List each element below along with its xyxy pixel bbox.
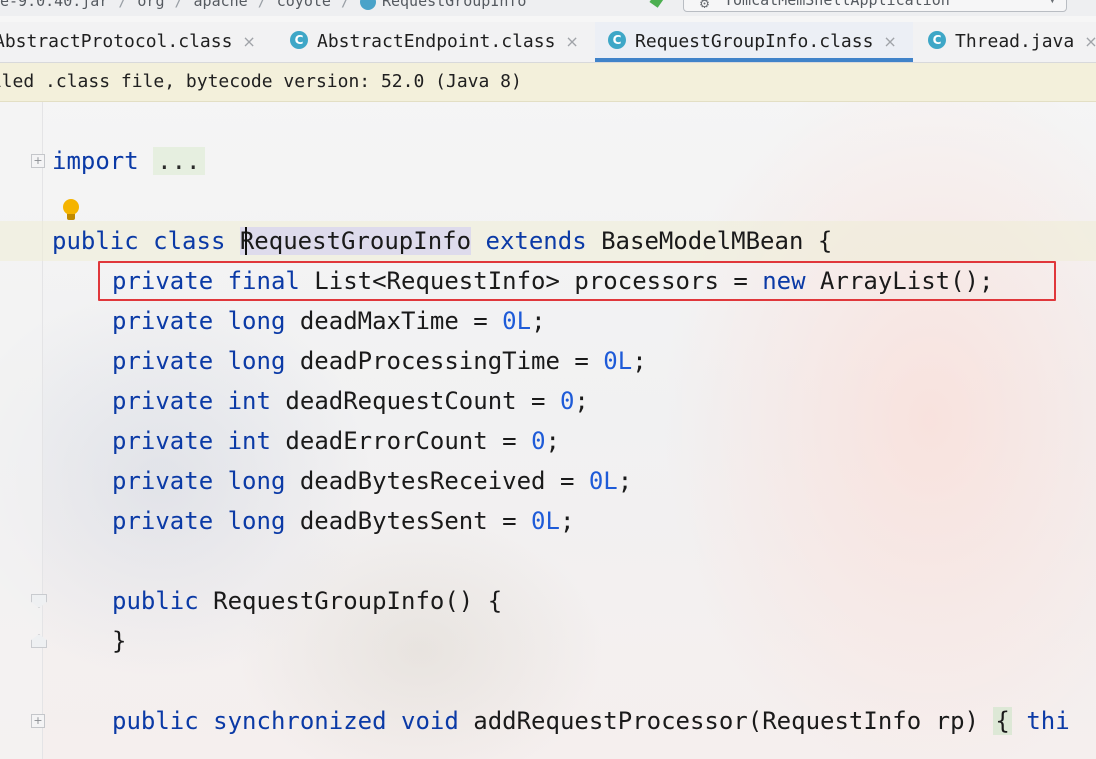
code-line-constructor: public RequestGroupInfo() {: [112, 587, 503, 615]
class-name[interactable]: RequestGroupInfo: [239, 227, 472, 255]
code-editor[interactable]: import ... public class RequestGroupInfo…: [0, 0, 1096, 759]
code-line-field: private long deadMaxTime = 0L;: [112, 307, 546, 335]
code-line-constructor-close: }: [112, 627, 127, 655]
folded-method-body[interactable]: {: [993, 707, 1012, 735]
code-line-field: private int deadErrorCount = 0;: [112, 427, 560, 455]
code-line-method: public synchronized void addRequestProce…: [112, 707, 1070, 735]
code-line-field: private long deadBytesReceived = 0L;: [112, 467, 633, 495]
text-cursor: [245, 227, 247, 255]
code-line-field: private long deadProcessingTime = 0L;: [112, 347, 647, 375]
code-line-field: private int deadRequestCount = 0;: [112, 387, 589, 415]
folded-imports[interactable]: ...: [153, 147, 205, 175]
code-line-import: import ...: [52, 141, 205, 181]
annotation-highlight-box: [98, 261, 1056, 301]
ide-window: e-9.0.40.jar / org / apache / coyote / RequestGr…: [0, 0, 1096, 759]
code-line-class-declaration: public class RequestGroupInfo extends Ba…: [52, 227, 833, 255]
code-line-field: private long deadBytesSent = 0L;: [112, 507, 575, 535]
